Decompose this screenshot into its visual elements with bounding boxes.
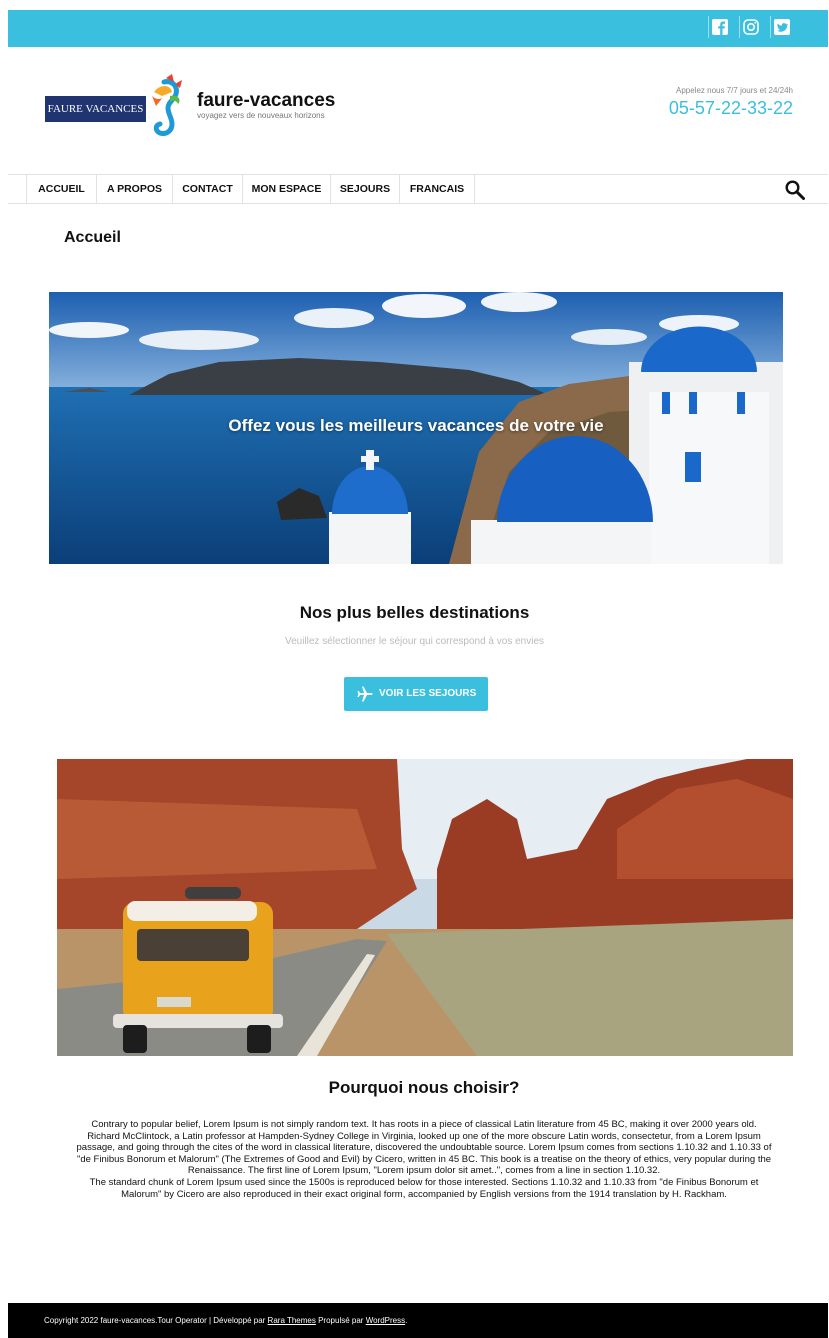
nav-item-sejours[interactable]: SEJOURS: [331, 175, 400, 204]
logo-box[interactable]: FAURE VACANCES: [45, 96, 146, 122]
nav-item-francais[interactable]: FRANCAIS: [400, 175, 475, 204]
road-trip-image: [57, 759, 793, 1056]
view-stays-label: VOIR LES SEJOURS: [379, 688, 477, 699]
instagram-icon[interactable]: [739, 16, 761, 38]
nav-item-accueil[interactable]: ACCUEIL: [26, 175, 97, 204]
seahorse-logo-icon[interactable]: [142, 74, 188, 138]
why-us-paragraph-2: The standard chunk of Lorem Ipsum used s…: [89, 1176, 759, 1200]
nav-item-a-propos[interactable]: A PROPOS: [97, 175, 173, 204]
phone-number[interactable]: 05-57-22-33-22: [669, 98, 793, 119]
site-title[interactable]: faure-vacances: [197, 90, 335, 112]
site-tagline: voyagez vers de nouveaux horizons: [197, 111, 325, 120]
footer-end: .: [405, 1316, 408, 1325]
nav-item-mon-espace[interactable]: MON ESPACE: [243, 175, 331, 204]
hero-headline: Offez vous les meilleurs vacances de vot…: [228, 416, 604, 435]
airplane-icon: [356, 685, 374, 703]
twitter-icon[interactable]: [770, 16, 792, 38]
view-stays-button[interactable]: VOIR LES SEJOURS: [344, 677, 488, 711]
top-bar: [8, 10, 828, 47]
hero-banner: Offez vous les meilleurs vacances de vot…: [49, 292, 783, 564]
page-title: Accueil: [64, 229, 121, 246]
main-nav: ACCUEIL A PROPOS CONTACT MON ESPACE SEJO…: [8, 174, 828, 204]
why-us-text: Contrary to popular belief, Lorem Ipsum …: [74, 1119, 774, 1200]
destinations-title: Nos plus belles destinations: [299, 603, 530, 622]
facebook-icon[interactable]: [708, 16, 730, 38]
why-us-title: Pourquoi nous choisir?: [328, 1078, 520, 1097]
wordpress-link[interactable]: WordPress: [366, 1316, 405, 1325]
rara-themes-link[interactable]: Rara Themes: [268, 1316, 316, 1325]
search-icon[interactable]: [784, 179, 806, 201]
footer-powered: Propulsé par: [315, 1316, 366, 1325]
call-note: Appelez nous 7/7 jours et 24/24h: [676, 86, 793, 95]
why-us-paragraph-1: Contrary to popular belief, Lorem Ipsum …: [76, 1119, 772, 1177]
footer-copyright: Copyright 2022 faure-vacances.Tour Opera…: [44, 1316, 268, 1325]
destinations-subtitle: Veuillez sélectionner le séjour qui corr…: [284, 636, 545, 647]
nav-item-contact[interactable]: CONTACT: [173, 175, 243, 204]
footer: Copyright 2022 faure-vacances.Tour Opera…: [8, 1303, 828, 1338]
